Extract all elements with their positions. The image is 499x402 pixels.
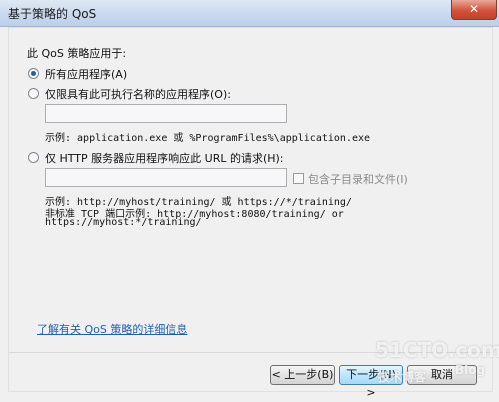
learn-more-link[interactable]: 了解有关 QoS 策略的详细信息 <box>37 321 187 337</box>
close-icon: ✕ <box>468 2 480 16</box>
url-example-line3: https://myhost:*/training/ <box>45 217 202 228</box>
back-button-label: < 上一步(B) <box>271 368 334 381</box>
blog-suffix-watermark: Blog <box>455 363 486 377</box>
exe-example-text: 示例: application.exe 或 %ProgramFiles%\app… <box>45 133 371 144</box>
window-title: 基于策略的 QoS <box>8 7 97 21</box>
include-subdirs-label[interactable]: 包含子目录和文件(I) <box>308 171 408 187</box>
close-button[interactable]: ✕ <box>451 0 497 20</box>
blog-watermark: 技术博客 <box>378 370 427 384</box>
all-applications-label[interactable]: 所有应用程序(A) <box>45 66 127 82</box>
http-url-label[interactable]: 仅 HTTP 服务器应用程序响应此 URL 的请求(H): <box>45 150 284 166</box>
back-button[interactable]: < 上一步(B) <box>270 365 335 385</box>
include-subdirs-checkbox[interactable] <box>293 173 304 184</box>
site-watermark: 51CTO.com <box>375 338 499 362</box>
all-applications-radio[interactable] <box>28 68 39 79</box>
exe-name-input[interactable] <box>45 104 287 123</box>
policy-scope-heading: 此 QoS 策略应用于: <box>27 47 127 60</box>
url-input[interactable] <box>45 168 287 187</box>
exe-name-label[interactable]: 仅限具有此可执行名称的应用程序(O): <box>45 86 231 102</box>
exe-name-radio[interactable] <box>28 88 39 99</box>
title-bar: 基于策略的 QoS ✕ <box>0 0 499 27</box>
cancel-button-label: 取消 <box>431 368 453 381</box>
http-url-radio[interactable] <box>28 152 39 163</box>
